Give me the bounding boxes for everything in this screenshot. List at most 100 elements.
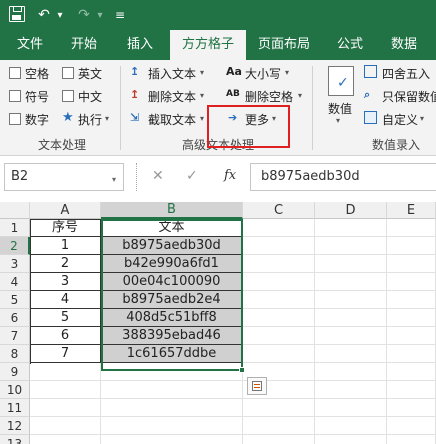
cell-e[interactable] <box>387 435 436 444</box>
fill-handle[interactable] <box>239 367 245 373</box>
cell-a[interactable]: 4 <box>30 291 101 309</box>
cell-b[interactable]: 文本 <box>101 219 243 237</box>
tab-page-layout[interactable]: 页面布局 <box>252 30 316 60</box>
insert-text-dropdown-icon[interactable]: ▾ <box>200 68 204 77</box>
custom-dropdown-icon[interactable]: ▾ <box>420 114 424 123</box>
row-header[interactable]: 8 <box>0 345 30 363</box>
chinese-checkbox[interactable] <box>62 90 74 102</box>
delete-text-button[interactable]: 删除文本 <box>148 88 196 105</box>
cell-a[interactable]: 6 <box>30 327 101 345</box>
cell-e[interactable] <box>387 273 436 291</box>
cell-e[interactable] <box>387 345 436 363</box>
cell-c[interactable] <box>243 417 315 435</box>
cell-c[interactable] <box>243 273 315 291</box>
cell-c[interactable] <box>243 255 315 273</box>
cell-c[interactable] <box>243 399 315 417</box>
cell-e[interactable] <box>387 309 436 327</box>
select-all-corner[interactable] <box>0 202 30 219</box>
name-box-dropdown-icon[interactable]: ▾ <box>112 175 116 184</box>
redo-icon[interactable]: ↷ <box>74 4 94 26</box>
delete-space-dropdown-icon[interactable]: ▾ <box>298 91 302 100</box>
cell-d[interactable] <box>315 363 387 381</box>
undo-dropdown-icon[interactable]: ▾ <box>54 4 66 26</box>
row-header[interactable]: 4 <box>0 273 30 291</box>
row-header[interactable]: 6 <box>0 309 30 327</box>
english-checkbox[interactable] <box>62 67 74 79</box>
tab-fangfanggezi[interactable]: 方方格子 <box>170 30 246 60</box>
cell-d[interactable] <box>315 327 387 345</box>
cell-d[interactable] <box>315 435 387 444</box>
cell-d[interactable] <box>315 345 387 363</box>
round-button[interactable]: 四舍五入 <box>382 65 430 82</box>
cell-d[interactable] <box>315 291 387 309</box>
cell-a[interactable] <box>30 381 101 399</box>
cell-b[interactable]: b42e990a6fd1 <box>101 255 243 273</box>
cell-d[interactable] <box>315 309 387 327</box>
cell-e[interactable] <box>387 363 436 381</box>
cell-b[interactable]: b8975aedb30d <box>101 237 243 255</box>
cell-b[interactable]: 408d5c51bff8 <box>101 309 243 327</box>
formula-input[interactable]: b8975aedb30d <box>250 163 436 191</box>
cell-e[interactable] <box>387 399 436 417</box>
name-box[interactable]: B2 <box>4 163 124 191</box>
cell-e[interactable] <box>387 381 436 399</box>
tab-home[interactable]: 开始 <box>62 30 106 60</box>
tab-data[interactable]: 数据 <box>382 30 426 60</box>
cell-d[interactable] <box>315 417 387 435</box>
cell-a[interactable]: 5 <box>30 309 101 327</box>
extract-text-button[interactable]: 截取文本 <box>148 111 196 128</box>
symbol-checkbox[interactable] <box>9 90 21 102</box>
cell-b[interactable]: 00e04c100090 <box>101 273 243 291</box>
custom-button[interactable]: 自定义 <box>382 111 418 128</box>
more-button[interactable]: 更多 <box>245 111 269 128</box>
cell-a[interactable]: 7 <box>30 345 101 363</box>
cell-a[interactable] <box>30 435 101 444</box>
cell-d[interactable] <box>315 255 387 273</box>
redo-dropdown-icon[interactable]: ▾ <box>94 4 106 26</box>
column-header-b[interactable]: B <box>101 202 243 219</box>
keep-values-button[interactable]: 只保留数值 <box>382 88 436 105</box>
row-header[interactable]: 3 <box>0 255 30 273</box>
cell-e[interactable] <box>387 255 436 273</box>
cell-d[interactable] <box>315 273 387 291</box>
cell-d[interactable] <box>315 237 387 255</box>
number-checkbox[interactable] <box>9 113 21 125</box>
confirm-icon[interactable]: ✓ <box>186 168 198 184</box>
cell-a[interactable]: 1 <box>30 237 101 255</box>
insert-function-icon[interactable]: fx <box>224 168 236 183</box>
cell-a[interactable] <box>30 399 101 417</box>
cell-c[interactable] <box>243 435 315 444</box>
row-header[interactable]: 12 <box>0 417 30 435</box>
execute-icon[interactable]: ★ <box>62 110 74 125</box>
row-header[interactable]: 1 <box>0 219 30 237</box>
cell-d[interactable] <box>315 399 387 417</box>
row-header[interactable]: 13 <box>0 435 30 444</box>
value-dropdown-icon[interactable]: ▾ <box>336 116 340 125</box>
cell-e[interactable] <box>387 237 436 255</box>
cell-b[interactable] <box>101 381 243 399</box>
row-header[interactable]: 5 <box>0 291 30 309</box>
cell-b[interactable]: b8975aedb2e4 <box>101 291 243 309</box>
space-checkbox[interactable] <box>9 67 21 79</box>
cell-b[interactable] <box>101 417 243 435</box>
cell-d[interactable] <box>315 219 387 237</box>
execute-button[interactable]: 执行 <box>78 111 102 128</box>
cell-b[interactable]: 1c61657ddbe <box>101 345 243 363</box>
tab-file[interactable]: 文件 <box>8 30 52 60</box>
delete-space-button[interactable]: 删除空格 <box>245 88 293 105</box>
cell-a[interactable]: 3 <box>30 273 101 291</box>
cell-a[interactable] <box>30 417 101 435</box>
cell-c[interactable] <box>243 345 315 363</box>
cell-e[interactable] <box>387 219 436 237</box>
cell-e[interactable] <box>387 417 436 435</box>
extract-text-dropdown-icon[interactable]: ▾ <box>200 114 204 123</box>
cell-b[interactable] <box>101 435 243 444</box>
row-header[interactable]: 9 <box>0 363 30 381</box>
save-icon[interactable] <box>9 6 25 22</box>
cell-a[interactable]: 序号 <box>30 219 101 237</box>
insert-text-button[interactable]: 插入文本 <box>148 65 196 82</box>
delete-text-dropdown-icon[interactable]: ▾ <box>200 91 204 100</box>
row-header[interactable]: 10 <box>0 381 30 399</box>
row-header[interactable]: 7 <box>0 327 30 345</box>
column-header-d[interactable]: D <box>315 202 387 219</box>
